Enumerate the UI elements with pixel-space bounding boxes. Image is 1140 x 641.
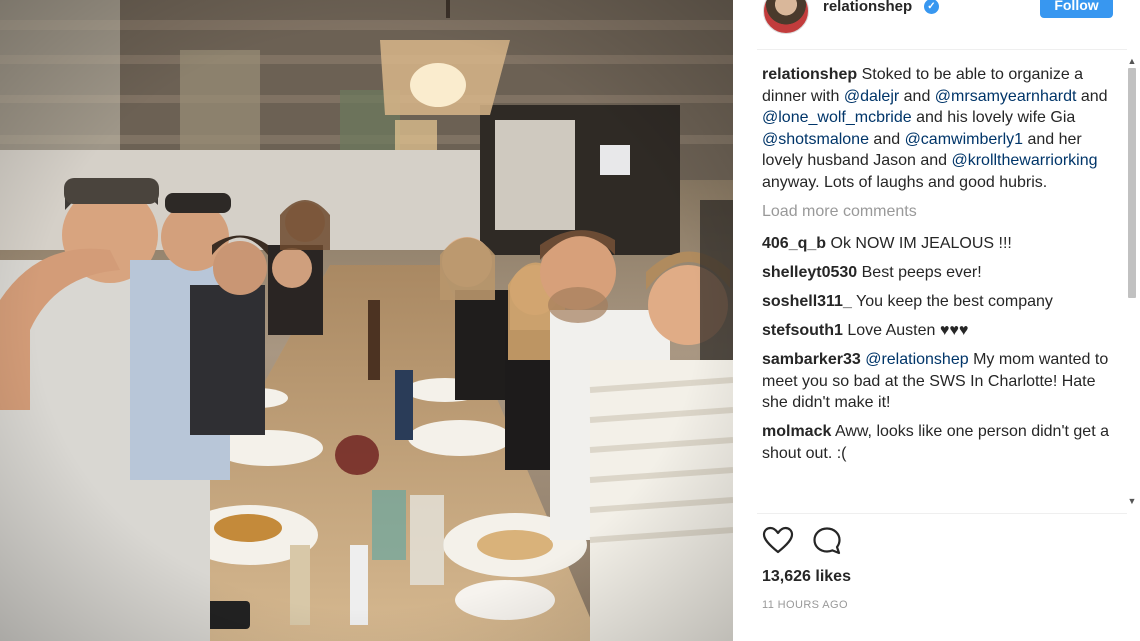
comment-text-fragment: anyway. Lots of laughs and good hubris. (762, 173, 1048, 191)
divider (757, 49, 1127, 50)
heart-icon[interactable] (762, 525, 794, 557)
comments-list[interactable]: relationshep Stoked to be able to organi… (762, 64, 1124, 508)
likes-count[interactable]: 13,626 likes (762, 568, 851, 586)
post-photo[interactable] (0, 0, 733, 641)
avatar[interactable] (763, 0, 809, 34)
mention-link[interactable]: @lone_wolf_mcbride (762, 109, 912, 126)
comment-item: 406_q_b Ok NOW IM JEALOUS !!! (762, 233, 1124, 255)
comment-text-fragment: and his lovely wife Gia (911, 109, 1076, 127)
post-header: relationshep ✓ Follow (733, 0, 1140, 48)
comment-username[interactable]: soshell311_ (762, 293, 852, 310)
comment-item: molmack Aww, looks like one person didn'… (762, 421, 1124, 464)
comment-username[interactable]: molmack (762, 423, 831, 440)
mention-link[interactable]: @dalejr (844, 88, 899, 105)
scroll-down-arrow-icon[interactable]: ▼ (1127, 496, 1137, 506)
caption-body: Stoked to be able to organize a dinner w… (762, 66, 1108, 191)
comment-text: Ok NOW IM JEALOUS !!! (826, 234, 1012, 252)
caption-username[interactable]: relationshep (762, 66, 857, 83)
comment-text: Best peeps ever! (857, 264, 982, 281)
comment-text: Love Austen ♥♥♥ (843, 322, 968, 339)
scroll-thumb[interactable] (1128, 68, 1136, 298)
scroll-up-arrow-icon[interactable]: ▲ (1127, 56, 1137, 66)
comment-username[interactable]: stefsouth1 (762, 322, 843, 339)
comment-text-fragment: and (899, 87, 935, 105)
mention-link[interactable]: @relationshep (865, 351, 968, 368)
post-timestamp: 11 HOURS AGO (762, 599, 848, 611)
comment-text-fragment: Best peeps ever! (857, 263, 982, 281)
verified-badge-icon: ✓ (924, 0, 939, 14)
comment-text: You keep the best company (852, 293, 1053, 310)
comment-username[interactable]: 406_q_b (762, 235, 826, 252)
comment-text-fragment: and (868, 130, 905, 148)
mention-link[interactable]: @shotsmalone (762, 131, 869, 148)
comment-username[interactable]: shelleyt0530 (762, 264, 857, 281)
comments-scrollbar[interactable]: ▲ ▼ (1124, 50, 1140, 512)
comment-text-fragment: and (1076, 87, 1108, 105)
mention-link[interactable]: @mrsamyearnhardt (935, 88, 1077, 105)
comment-item: stefsouth1 Love Austen ♥♥♥ (762, 320, 1124, 342)
divider (757, 513, 1127, 514)
comment-item: sambarker33 @relationshep My mom wanted … (762, 349, 1124, 414)
comment-item: soshell311_ You keep the best company (762, 291, 1124, 313)
post-username[interactable]: relationshep (823, 0, 912, 15)
caption: relationshep Stoked to be able to organi… (762, 64, 1124, 194)
comment-item: shelleyt0530 Best peeps ever! (762, 262, 1124, 284)
comment-text-fragment: Ok NOW IM JEALOUS !!! (826, 234, 1012, 252)
follow-button[interactable]: Follow (1040, 0, 1113, 18)
comment-bubble-icon[interactable] (811, 525, 843, 557)
dinner-photo-illustration (0, 0, 733, 641)
comment-username[interactable]: sambarker33 (762, 351, 861, 368)
mention-link[interactable]: @camwimberly1 (905, 131, 1023, 148)
post-side-panel: relationshep ✓ Follow relationshep Stoke… (733, 0, 1140, 641)
load-more-comments-link[interactable]: Load more comments (762, 201, 1124, 223)
comment-text-fragment: You keep the best company (851, 292, 1053, 310)
mention-link[interactable]: @krollthewarriorking (951, 152, 1097, 169)
comment-text-fragment: Love Austen ♥♥♥ (842, 321, 969, 339)
